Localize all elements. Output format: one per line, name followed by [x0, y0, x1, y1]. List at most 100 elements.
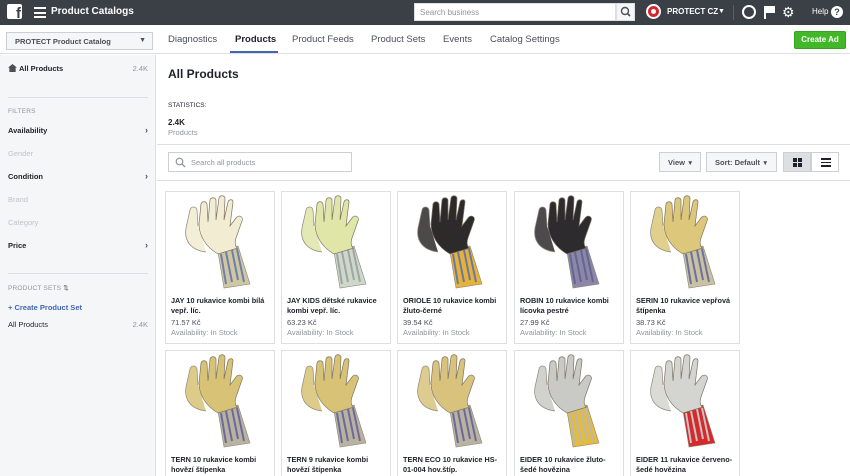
- glove-icon: [417, 195, 483, 289]
- chevron-right-icon: ›: [145, 125, 148, 135]
- flag-icon[interactable]: [763, 5, 777, 19]
- statistics-unit: Products: [168, 128, 198, 137]
- tab-product-sets[interactable]: Product Sets: [371, 34, 425, 45]
- product-card[interactable]: TERN 10 rukavice kombi hovězí štípenka: [165, 350, 275, 476]
- glove-icon: [650, 195, 716, 289]
- product-price: 71.57 Kč: [171, 318, 201, 327]
- product-availability: Availability: In Stock: [171, 328, 238, 337]
- grid-icon: [793, 158, 802, 167]
- product-card[interactable]: TERN ECO 10 rukavice HS-01-004 hov.štíp.: [397, 350, 507, 476]
- product-image[interactable]: [515, 351, 623, 451]
- filter-gender: Gender: [8, 149, 148, 158]
- product-price: 63.23 Kč: [287, 318, 317, 327]
- product-set-count: 2.4K: [132, 320, 148, 329]
- product-image[interactable]: [515, 192, 623, 292]
- product-image[interactable]: [398, 192, 506, 292]
- filters-heading: FILTERS: [8, 108, 36, 115]
- sidebar-item-count: 2.4K: [132, 64, 148, 73]
- filter-condition[interactable]: Condition ›: [8, 171, 148, 181]
- account-dropdown-icon[interactable]: ▼: [718, 8, 725, 15]
- home-icon: [8, 64, 17, 72]
- product-card[interactable]: JAY KIDS dětské rukavice kombi vepř. líc…: [281, 191, 391, 344]
- sidebar-divider: [8, 97, 148, 98]
- topbar-divider: [733, 5, 734, 20]
- product-image[interactable]: [398, 351, 506, 451]
- product-image[interactable]: [166, 192, 274, 292]
- view-dropdown[interactable]: View ▼: [659, 152, 701, 172]
- tab-diagnostics[interactable]: Diagnostics: [168, 34, 217, 45]
- sidebar-item-all-products[interactable]: All Products 2.4K: [8, 64, 148, 73]
- glove-icon: [417, 354, 483, 448]
- help-link[interactable]: Help: [812, 7, 828, 16]
- product-card[interactable]: EIDER 11 rukavice červeno-šedé hovězina: [630, 350, 740, 476]
- business-search-input[interactable]: Search business: [414, 3, 616, 21]
- content-divider: [157, 144, 850, 145]
- product-set-label: All Products: [8, 320, 49, 329]
- search-icon: [620, 6, 631, 17]
- product-name[interactable]: ROBIN 10 rukavice kombi lícovka pestré: [520, 296, 620, 316]
- product-price: 27.99 Kč: [520, 318, 550, 327]
- grid-view-toggle[interactable]: [783, 152, 811, 172]
- product-card[interactable]: EIDER 10 rukavice žluto-šedé hovězina: [514, 350, 624, 476]
- product-name[interactable]: JAY KIDS dětské rukavice kombi vepř. líc…: [287, 296, 387, 316]
- product-card[interactable]: JAY 10 rukavice kombi bílá vepř. líc. 71.…: [165, 191, 275, 344]
- product-name[interactable]: ORIOLE 10 rukavice kombi žluto-černé: [403, 296, 503, 316]
- product-availability: Availability: In Stock: [287, 328, 354, 337]
- product-name[interactable]: TERN 9 rukavice kombi hovězí štípenka: [287, 455, 387, 475]
- filter-availability[interactable]: Availability ›: [8, 125, 148, 135]
- product-card[interactable]: ORIOLE 10 rukavice kombi žluto-černé 39.5…: [397, 191, 507, 344]
- statistics-value: 2.4K: [168, 118, 185, 127]
- tab-product-feeds[interactable]: Product Feeds: [292, 34, 354, 45]
- create-product-set-link[interactable]: + Create Product Set: [8, 303, 82, 312]
- search-icon: [175, 157, 186, 168]
- gear-icon[interactable]: ⚙: [782, 5, 796, 19]
- facebook-logo-icon[interactable]: f: [7, 4, 22, 19]
- product-search-input[interactable]: Search all products: [168, 152, 352, 172]
- active-tab-indicator: [230, 51, 278, 53]
- hamburger-menu-icon[interactable]: [34, 7, 46, 18]
- product-card[interactable]: ROBIN 10 rukavice kombi lícovka pestré 27…: [514, 191, 624, 344]
- tab-events[interactable]: Events: [443, 34, 472, 45]
- sort-dropdown[interactable]: Sort: Default ▼: [706, 152, 777, 172]
- product-name[interactable]: TERN 10 rukavice kombi hovězí štípenka: [171, 455, 271, 475]
- product-name[interactable]: EIDER 11 rukavice červeno-šedé hovězina: [636, 455, 736, 475]
- filter-label: Availability: [8, 126, 48, 135]
- tab-catalog-settings[interactable]: Catalog Settings: [490, 34, 560, 45]
- sort-arrows-icon[interactable]: ⇅: [63, 285, 69, 292]
- filter-brand: Brand: [8, 195, 148, 204]
- product-price: 39.54 Kč: [403, 318, 433, 327]
- product-image[interactable]: [166, 351, 274, 451]
- product-image[interactable]: [631, 192, 739, 292]
- globe-icon[interactable]: [742, 5, 756, 19]
- product-image[interactable]: [282, 192, 390, 292]
- help-icon[interactable]: ?: [831, 6, 843, 18]
- list-icon: [821, 158, 831, 167]
- product-set-all-products[interactable]: All Products 2.4K: [8, 320, 148, 329]
- product-card[interactable]: TERN 9 rukavice kombi hovězí štípenka: [281, 350, 391, 476]
- product-price: 38.73 Kč: [636, 318, 666, 327]
- tab-products[interactable]: Products: [235, 34, 276, 45]
- product-name[interactable]: EIDER 10 rukavice žluto-šedé hovězina: [520, 455, 620, 475]
- glove-icon: [534, 354, 600, 448]
- product-card[interactable]: SERIN 10 rukavice vepřová štípenka 38.73 …: [630, 191, 740, 344]
- create-ad-button[interactable]: Create Ad: [794, 31, 846, 49]
- product-name[interactable]: JAY 10 rukavice kombi bílá vepř. líc.: [171, 296, 271, 316]
- product-image[interactable]: [631, 351, 739, 451]
- account-logo-icon[interactable]: [646, 4, 661, 19]
- product-name[interactable]: SERIN 10 rukavice vepřová štípenka: [636, 296, 736, 316]
- account-name[interactable]: PROTECT CZ: [667, 7, 718, 16]
- catalog-selector[interactable]: PROTECT Product Catalog ▼: [6, 32, 153, 50]
- list-view-toggle[interactable]: [811, 152, 839, 172]
- catalog-selector-label: PROTECT Product Catalog: [15, 37, 111, 46]
- sidebar-item-label: All Products: [19, 64, 64, 73]
- product-name[interactable]: TERN ECO 10 rukavice HS-01-004 hov.štíp.: [403, 455, 503, 475]
- view-dropdown-label: View: [668, 158, 685, 167]
- filter-price[interactable]: Price ›: [8, 240, 148, 250]
- product-availability: Availability: In Stock: [636, 328, 703, 337]
- chevron-down-icon: ▼: [139, 37, 146, 44]
- product-image[interactable]: [282, 351, 390, 451]
- search-button[interactable]: [616, 3, 635, 21]
- chevron-right-icon: ›: [145, 240, 148, 250]
- sort-dropdown-label: Sort: Default: [715, 158, 760, 167]
- glove-icon: [185, 354, 251, 448]
